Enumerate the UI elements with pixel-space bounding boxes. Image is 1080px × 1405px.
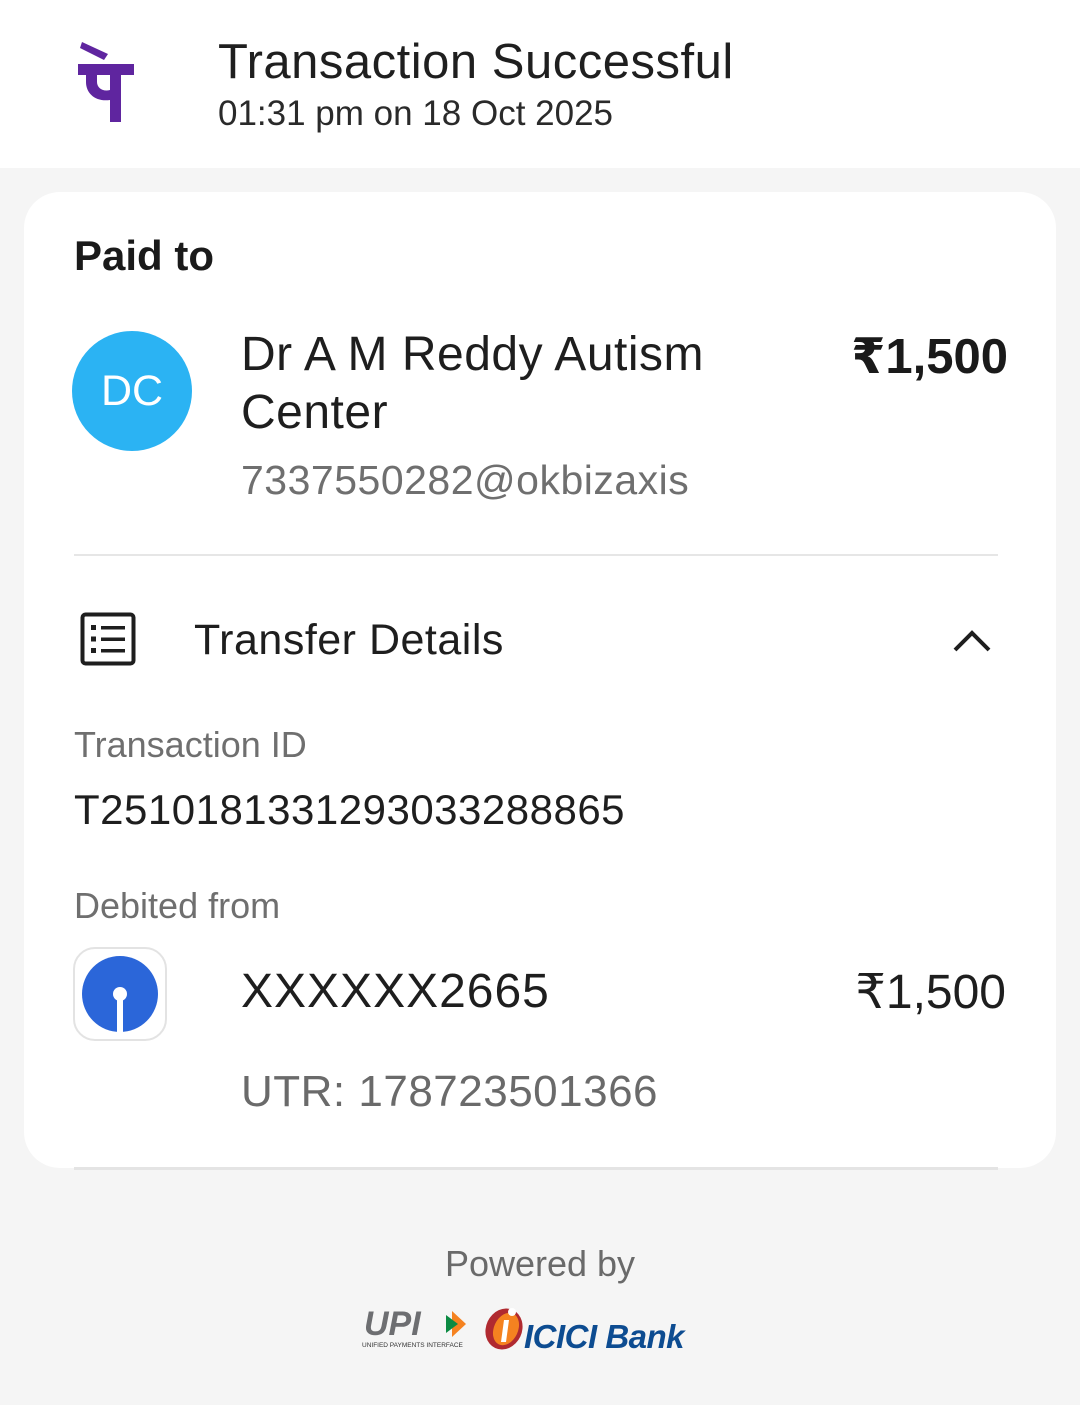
debited-from-label: Debited from (74, 885, 281, 926)
icici-logo-icon (485, 1308, 523, 1350)
divider (74, 554, 998, 556)
transaction-id-label: Transaction ID (74, 724, 307, 765)
upi-logo: UPI UNIFIED PAYMENTS INTERFACE (362, 1305, 466, 1349)
account-number: XXXXXX2665 (241, 965, 550, 1018)
divider (74, 1167, 998, 1170)
debit-amount: ₹1,500 (855, 966, 1006, 1019)
bank-name: ICICI Bank (524, 1318, 685, 1355)
chevron-up-icon[interactable] (950, 622, 994, 656)
header: Transaction Successful 01:31 pm on 18 Oc… (0, 0, 1080, 168)
transfer-details-title[interactable]: Transfer Details (194, 616, 504, 665)
payee-upi-id: 7337550282@okbizaxis (241, 457, 690, 503)
upi-tagline: UNIFIED PAYMENTS INTERFACE (362, 1342, 464, 1349)
paid-amount: ₹1,500 (851, 330, 1008, 384)
bank-logo (73, 947, 167, 1041)
transaction-timestamp: 01:31 pm on 18 Oct 2025 (218, 94, 613, 133)
paid-to-label: Paid to (74, 232, 215, 279)
page-title: Transaction Successful (218, 35, 734, 89)
phonepe-logo-icon (78, 42, 134, 122)
utr-number: UTR: 178723501366 (241, 1067, 659, 1116)
upi-logo-text: UPI (364, 1305, 422, 1343)
avatar: DC (72, 331, 192, 451)
powered-by-label: Powered by (444, 1243, 636, 1284)
transaction-id: T2510181331293033288865 (74, 786, 626, 833)
transaction-card: Paid to DC Dr A M Reddy Autism Center 73… (24, 192, 1056, 1168)
sbi-logo-icon (82, 956, 158, 1033)
receipt-list-icon (80, 612, 136, 666)
payee-name: Dr A M Reddy Autism Center (241, 328, 704, 439)
